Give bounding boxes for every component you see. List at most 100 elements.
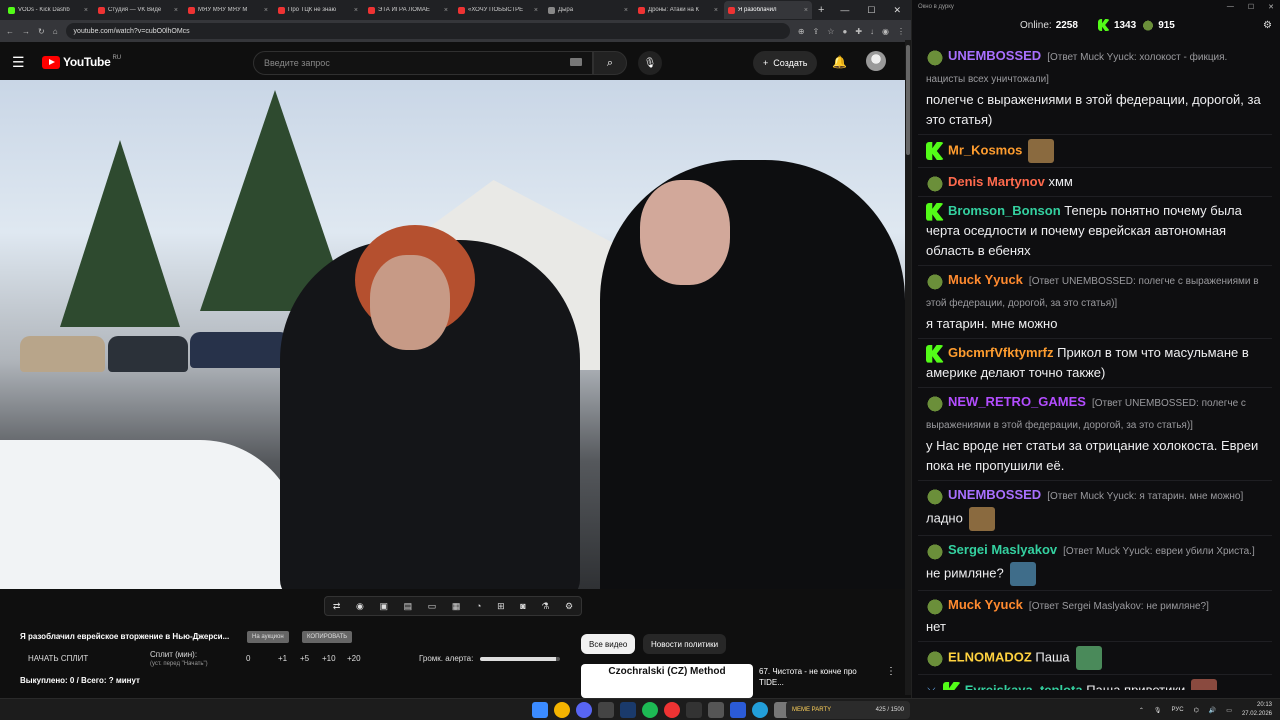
browser-menu-icon[interactable]: ⋮: [897, 27, 905, 36]
close-icon[interactable]: ✕: [1268, 3, 1274, 11]
battery-icon[interactable]: ▭: [1226, 707, 1232, 714]
browser-tab[interactable]: Про ТЦК не знаю ×: [274, 1, 362, 19]
star-icon[interactable]: ☆: [827, 27, 834, 36]
chat-username[interactable]: Muck Yyuck: [948, 272, 1023, 287]
screenshot-icon[interactable]: ◙: [520, 601, 525, 611]
meme-party-widget[interactable]: MEME PARTY 425 / 1500: [786, 701, 910, 719]
download-icon[interactable]: ↓: [870, 27, 874, 36]
discord-icon[interactable]: [576, 702, 592, 718]
split-plus-1[interactable]: +1: [278, 654, 287, 663]
tab-all-videos[interactable]: Все видео: [581, 634, 636, 654]
add-icon[interactable]: ⊞: [497, 601, 505, 612]
home-icon[interactable]: ⌂: [53, 27, 58, 36]
alert-volume-slider[interactable]: [480, 657, 560, 661]
app-icon[interactable]: [686, 702, 702, 718]
url-field[interactable]: youtube.com/watch?v=cubO0lhOMcs: [65, 23, 790, 39]
loop-icon[interactable]: ⇄: [333, 601, 341, 612]
app-icon[interactable]: [708, 702, 724, 718]
browser-tab[interactable]: «ХОЧУ ПОБЫСТРЕ ×: [454, 1, 542, 19]
chat-username[interactable]: UNEMBOSSED: [948, 487, 1041, 502]
youtube-logo[interactable]: YouTube RU: [42, 55, 121, 69]
new-tab-button[interactable]: +: [818, 4, 824, 16]
chat-username[interactable]: Mr_Kosmos: [948, 142, 1022, 157]
browser-tab[interactable]: Дыра ×: [544, 1, 632, 19]
tab-politics-news[interactable]: Новости политики: [643, 634, 727, 654]
chat-username[interactable]: Sergei Maslyakov: [948, 542, 1057, 557]
frames-icon[interactable]: ▦: [452, 601, 461, 612]
chat-username[interactable]: Denis Martynov: [948, 174, 1045, 189]
tab-close-icon[interactable]: ×: [84, 7, 88, 14]
search-input[interactable]: Введите запрос: [253, 51, 593, 75]
split-plus-10[interactable]: +10: [322, 654, 336, 663]
tab-close-icon[interactable]: ×: [444, 7, 448, 14]
profile-icon[interactable]: ◉: [882, 27, 889, 36]
chat-username[interactable]: UNEMBOSSED: [948, 48, 1041, 63]
chat-username[interactable]: Bromson_Bonson: [948, 203, 1061, 218]
more-options-icon[interactable]: ⋮: [886, 666, 896, 677]
browser-tab[interactable]: Я разоблачил ×: [724, 1, 812, 19]
search-button[interactable]: ⌕: [593, 51, 627, 75]
browser-tab[interactable]: МЯУ МЯУ МЯУ М ×: [184, 1, 272, 19]
browser-tab[interactable]: Дроны: Атаки на К ×: [634, 1, 722, 19]
film-icon[interactable]: ▤: [404, 601, 413, 612]
page-scrollbar-thumb[interactable]: [906, 45, 910, 155]
keyboard-icon[interactable]: [570, 58, 582, 66]
bell-icon[interactable]: 🔔: [832, 55, 847, 69]
voice-search-button[interactable]: 🎙: [638, 51, 662, 75]
clock[interactable]: 20:13 27.02.2026: [1242, 701, 1272, 719]
auction-button[interactable]: На аукцион: [247, 631, 289, 643]
back-icon[interactable]: ←: [6, 27, 14, 36]
minimize-icon[interactable]: —: [840, 5, 849, 16]
spotify-icon[interactable]: [642, 702, 658, 718]
zoom-icon[interactable]: ⊕: [798, 27, 805, 36]
puzzle-icon[interactable]: ✚: [855, 27, 862, 36]
create-button[interactable]: + Создать: [753, 51, 818, 75]
split-plus-5[interactable]: +5: [300, 654, 309, 663]
flask-icon[interactable]: ⚗: [541, 601, 549, 612]
speed-icon[interactable]: ◔: [476, 601, 481, 611]
tab-close-icon[interactable]: ×: [264, 7, 268, 14]
hamburger-menu-icon[interactable]: ☰: [12, 54, 34, 71]
tab-close-icon[interactable]: ×: [804, 7, 808, 14]
record-icon[interactable]: ▣: [379, 601, 388, 612]
copy-button[interactable]: КОПИРОВАТЬ: [302, 631, 353, 643]
player-icon[interactable]: [730, 702, 746, 718]
maximize-icon[interactable]: ☐: [1248, 3, 1254, 11]
mic-tray-icon[interactable]: 🎙: [1154, 707, 1162, 714]
chat-username[interactable]: ELNOMADOZ: [948, 649, 1032, 664]
reload-icon[interactable]: ↻: [38, 27, 45, 36]
split-value-0[interactable]: 0: [246, 654, 250, 663]
share-icon[interactable]: ⇪: [813, 27, 820, 36]
tab-close-icon[interactable]: ×: [354, 7, 358, 14]
video-player[interactable]: [0, 80, 905, 589]
tab-close-icon[interactable]: ×: [624, 7, 628, 14]
avatar[interactable]: [866, 51, 886, 71]
forward-icon[interactable]: →: [22, 27, 30, 36]
maximize-icon[interactable]: ☐: [867, 5, 875, 16]
audio-icon[interactable]: ◉: [356, 601, 364, 612]
recommended-title[interactable]: 67. Чистота - не конче про TIDE...: [759, 666, 874, 688]
minimize-icon[interactable]: —: [1227, 3, 1234, 11]
network-icon[interactable]: ⌬: [1194, 707, 1199, 714]
tab-close-icon[interactable]: ×: [714, 7, 718, 14]
language-indicator[interactable]: РУС: [1172, 707, 1184, 713]
chat-username[interactable]: Evreiskaya_teplota: [965, 682, 1083, 690]
obs-icon[interactable]: [664, 702, 680, 718]
close-icon[interactable]: ✕: [893, 5, 901, 16]
chat-username[interactable]: NEW_RETRO_GAMES: [948, 394, 1086, 409]
tray-chevron-icon[interactable]: ⌃: [1139, 707, 1144, 714]
volume-icon[interactable]: 🔊: [1209, 707, 1216, 714]
chat-username[interactable]: Muck Yyuck: [948, 597, 1023, 612]
browser-tab[interactable]: VODs - Kick Dashb ×: [4, 1, 92, 19]
app-icon[interactable]: [598, 702, 614, 718]
browser-tab[interactable]: Студия — VK Виде ×: [94, 1, 182, 19]
browser-tab[interactable]: ЭТА ИГРА ЛОМАЕ ×: [364, 1, 452, 19]
chrome-icon[interactable]: [554, 702, 570, 718]
tab-close-icon[interactable]: ×: [174, 7, 178, 14]
extension-icon[interactable]: ●: [842, 27, 847, 36]
recommended-thumbnail[interactable]: Czochralski (CZ) Method: [581, 664, 753, 698]
tab-close-icon[interactable]: ×: [534, 7, 538, 14]
chat-username[interactable]: GbcmrfVfktymrfz: [948, 345, 1053, 360]
start-icon[interactable]: [532, 702, 548, 718]
settings-icon[interactable]: ⚙: [565, 601, 573, 612]
